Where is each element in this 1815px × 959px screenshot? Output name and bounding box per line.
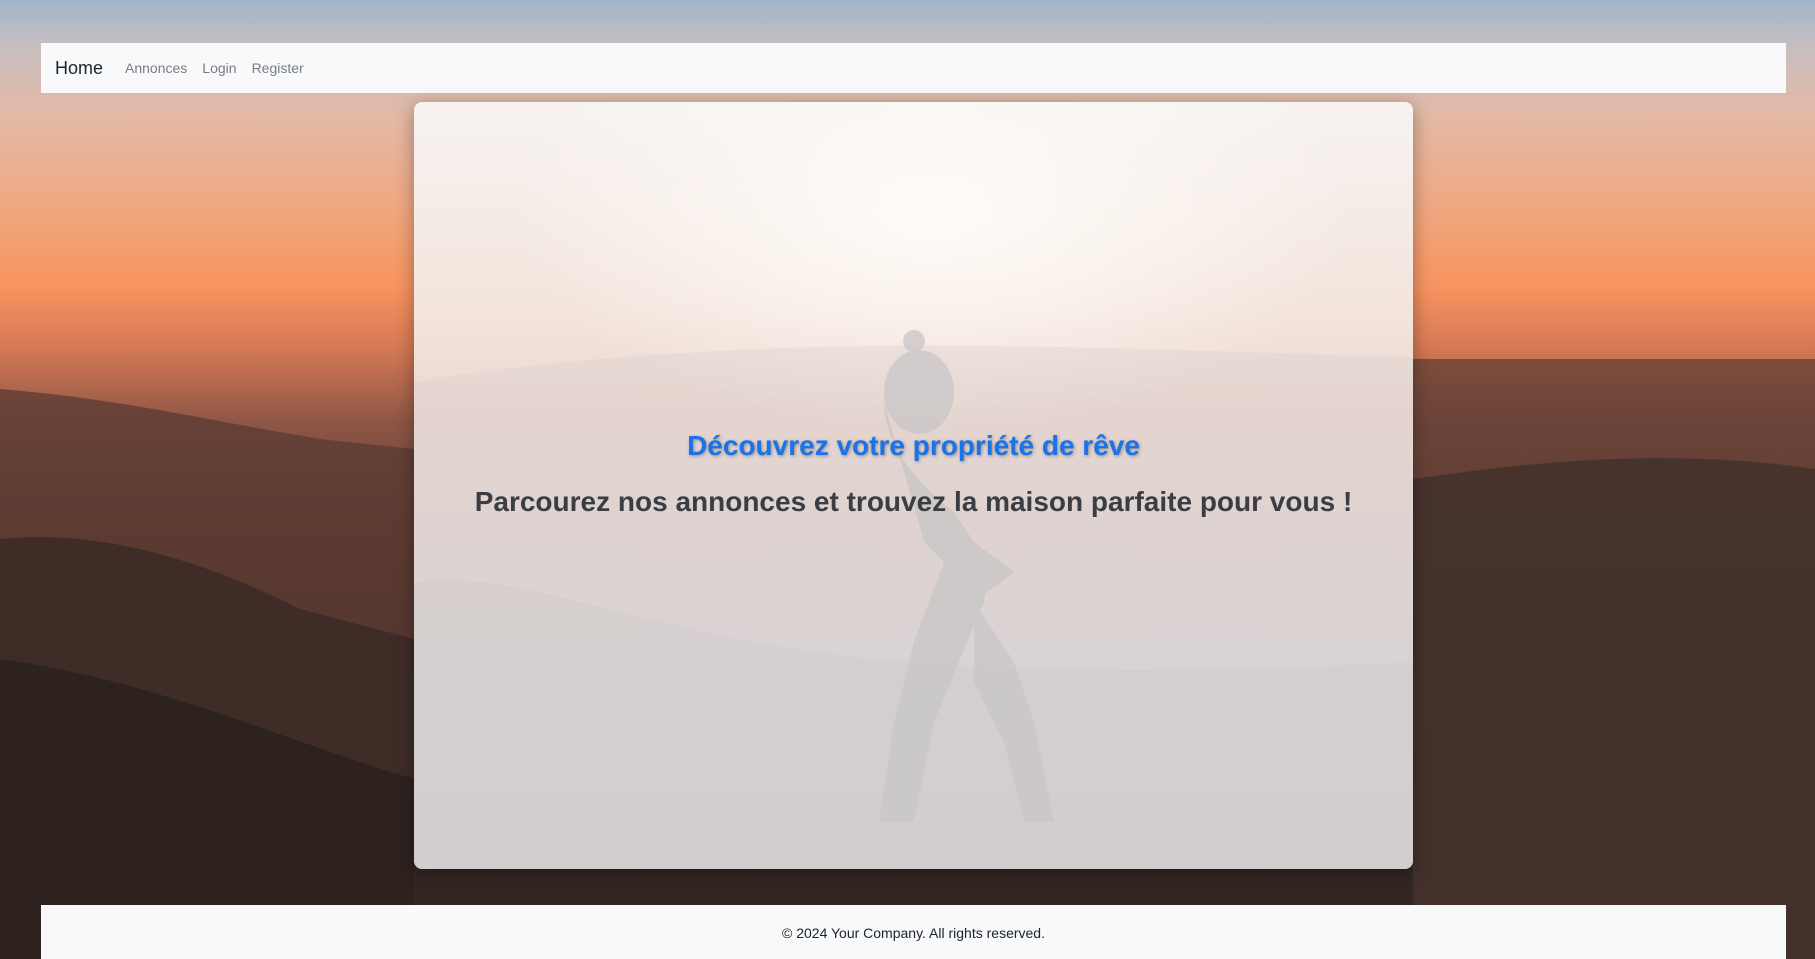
- hero-headline: Découvrez votre propriété de rêve: [687, 430, 1140, 461]
- nav-link-login[interactable]: Login: [202, 60, 236, 76]
- nav-link-register[interactable]: Register: [252, 60, 304, 76]
- hero-subheadline: Parcourez nos annonces et trouvez la mai…: [474, 486, 1353, 517]
- nav-link-annonces[interactable]: Annonces: [125, 60, 187, 76]
- hero-content: Découvrez votre propriété de rêve Parcou…: [414, 430, 1413, 518]
- nav-brand-home[interactable]: Home: [55, 58, 103, 79]
- hero-card: Découvrez votre propriété de rêve Parcou…: [414, 102, 1413, 869]
- footer: © 2024 Your Company. All rights reserved…: [41, 905, 1786, 959]
- footer-copyright: © 2024 Your Company. All rights reserved…: [782, 925, 1045, 941]
- navbar: Home Annonces Login Register: [41, 43, 1786, 93]
